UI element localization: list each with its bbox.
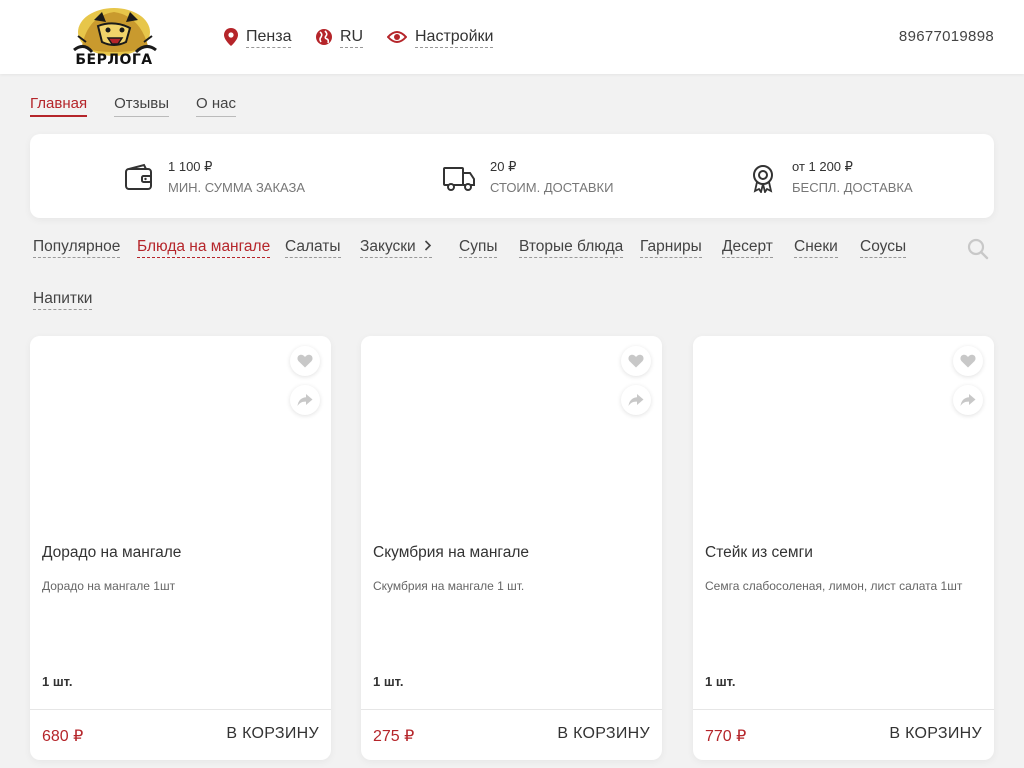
product-card[interactable]: Скумбрия на мангале Скумбрия на мангале … — [361, 336, 662, 760]
city-selector[interactable]: Пенза — [224, 26, 292, 48]
chevron-right-icon — [424, 237, 432, 257]
card-footer: 770 ₽ В КОРЗИНУ — [693, 709, 994, 760]
product-quantity: 1 шт. — [705, 674, 736, 689]
product-card[interactable]: Дорадо на мангале Дорадо на мангале 1шт … — [30, 336, 331, 760]
favorite-button[interactable] — [953, 346, 983, 376]
nav-about[interactable]: О нас — [196, 94, 237, 117]
category-soups[interactable]: Супы — [459, 237, 498, 258]
product-card[interactable]: Стейк из семги Семга слабосоленая, лимон… — [693, 336, 994, 760]
product-title[interactable]: Дорадо на мангале — [42, 544, 181, 562]
product-quantity: 1 шт. — [42, 674, 73, 689]
product-title[interactable]: Стейк из семги — [705, 544, 813, 562]
min-order-info: 1 100 ₽ МИН. СУММА ЗАКАЗА — [124, 158, 305, 197]
share-button[interactable] — [621, 385, 651, 415]
language-label: RU — [340, 27, 364, 48]
eye-icon — [387, 31, 407, 43]
share-icon — [960, 394, 976, 406]
category-mains[interactable]: Вторые блюда — [519, 237, 624, 258]
delivery-cost-info: 20 ₽ СТОИМ. ДОСТАВКИ — [442, 158, 613, 197]
category-sides[interactable]: Гарниры — [640, 237, 702, 258]
category-grill[interactable]: Блюда на мангале — [137, 237, 271, 258]
settings-link[interactable]: Настройки — [387, 26, 494, 48]
product-description: Скумбрия на мангале 1 шт. — [373, 579, 525, 593]
category-sauces[interactable]: Соусы — [860, 237, 907, 258]
category-snacks-dropdown[interactable]: Закуски — [360, 237, 432, 258]
settings-label: Настройки — [415, 27, 494, 48]
globe-icon — [316, 29, 332, 45]
share-button[interactable] — [953, 385, 983, 415]
heart-icon — [628, 354, 644, 368]
logo-text: БЕРЛОГА — [75, 52, 153, 68]
search-icon — [967, 238, 989, 260]
product-price: 680 ₽ — [42, 728, 84, 745]
category-chips[interactable]: Снеки — [794, 237, 838, 258]
card-footer: 275 ₽ В КОРЗИНУ — [361, 709, 662, 760]
product-description: Дорадо на мангале 1шт — [42, 579, 176, 593]
category-salads[interactable]: Салаты — [285, 237, 341, 258]
category-dessert[interactable]: Десерт — [722, 237, 773, 258]
product-price: 275 ₽ — [373, 728, 415, 745]
free-delivery-label: БЕСПЛ. ДОСТАВКА — [792, 180, 913, 195]
category-popular[interactable]: Популярное — [33, 237, 121, 258]
delivery-cost-label: СТОИМ. ДОСТАВКИ — [490, 180, 614, 195]
language-selector[interactable]: RU — [316, 26, 364, 48]
share-icon — [628, 394, 644, 406]
card-footer: 680 ₽ В КОРЗИНУ — [30, 709, 331, 760]
product-image[interactable] — [30, 336, 331, 531]
add-to-cart-button[interactable]: В КОРЗИНУ — [889, 725, 982, 743]
heart-icon — [960, 354, 976, 368]
delivery-info-bar: 1 100 ₽ МИН. СУММА ЗАКАЗА 20 ₽ СТОИМ. ДО… — [30, 134, 994, 218]
category-drinks[interactable]: Напитки — [33, 289, 93, 310]
nav-home[interactable]: Главная — [30, 94, 88, 117]
main-nav: Главная Отзывы О нас — [30, 94, 237, 117]
min-order-label: МИН. СУММА ЗАКАЗА — [168, 180, 306, 195]
category-snacks-label: Закуски — [360, 238, 416, 255]
add-to-cart-button[interactable]: В КОРЗИНУ — [226, 725, 319, 743]
delivery-cost-value: 20 ₽ — [490, 159, 517, 174]
product-price: 770 ₽ — [705, 728, 747, 745]
share-icon — [297, 394, 313, 406]
logo[interactable]: БЕРЛОГА — [68, 6, 160, 68]
city-label: Пенза — [246, 27, 292, 48]
share-button[interactable] — [290, 385, 320, 415]
phone-number[interactable]: 89677019898 — [899, 28, 994, 45]
location-pin-icon — [224, 28, 238, 46]
wallet-icon — [125, 163, 152, 190]
product-description: Семга слабосоленая, лимон, лист салата 1… — [705, 579, 963, 593]
add-to-cart-button[interactable]: В КОРЗИНУ — [557, 725, 650, 743]
nav-reviews[interactable]: Отзывы — [114, 94, 170, 117]
truck-icon — [443, 166, 475, 191]
product-quantity: 1 шт. — [373, 674, 404, 689]
badge-icon — [753, 164, 773, 193]
product-title[interactable]: Скумбрия на мангале — [373, 544, 529, 562]
search-button[interactable] — [966, 237, 990, 261]
favorite-button[interactable] — [290, 346, 320, 376]
min-order-value: 1 100 ₽ — [168, 159, 213, 174]
favorite-button[interactable] — [621, 346, 651, 376]
site-header: БЕРЛОГА Пенза RU Настройки 89677019898 — [0, 0, 1024, 74]
product-image[interactable] — [361, 336, 662, 531]
free-delivery-info: от 1 200 ₽ БЕСПЛ. ДОСТАВКА — [748, 158, 913, 197]
heart-icon — [297, 354, 313, 368]
free-delivery-value: от 1 200 ₽ — [792, 159, 853, 174]
product-image[interactable] — [693, 336, 994, 531]
